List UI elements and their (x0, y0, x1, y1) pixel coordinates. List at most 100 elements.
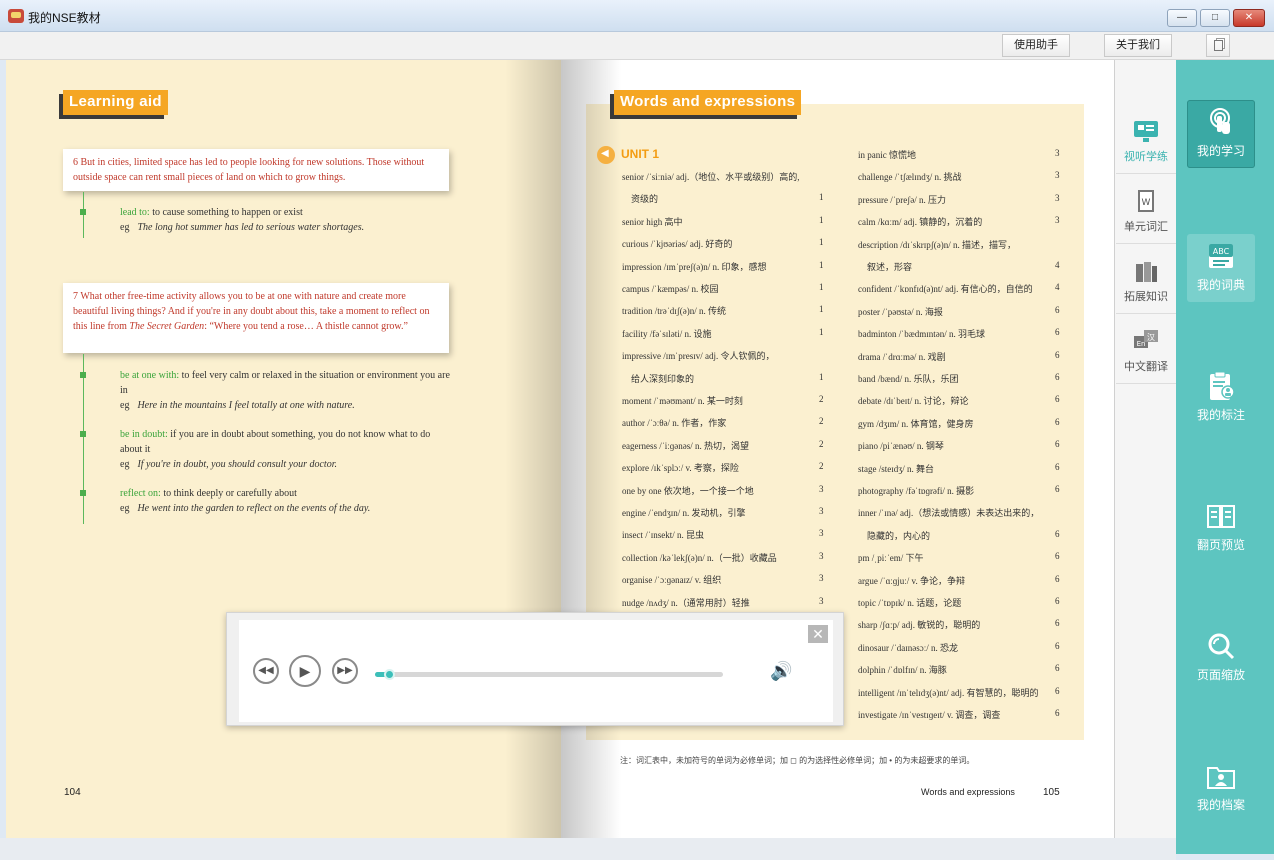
tab-extended-knowledge[interactable]: 拓展知识 (1116, 250, 1176, 314)
vocab-entry[interactable]: calm /kɑːm/ adj. 镇静的，沉着的 (858, 215, 982, 228)
vocab-entry[interactable]: stage /steɪdʒ/ n. 舞台 (858, 462, 934, 475)
vocab-entry[interactable]: moment /ˈməʊmənt/ n. 某一时刻 (622, 394, 743, 407)
vocab-entry[interactable]: impression /ɪmˈpreʃ(ə)n/ n. 印象，感想 (622, 260, 766, 273)
copy-button[interactable] (1206, 34, 1230, 57)
vocab-entry[interactable]: tradition /trəˈdɪʃ(ə)n/ n. 传统 (622, 304, 726, 317)
vocab-entry[interactable]: author /ˈɔːθə/ n. 作者，作家 (622, 416, 726, 429)
vocab-entry[interactable]: pressure /ˈpreʃə/ n. 压力 (858, 193, 946, 206)
svg-text:汉: 汉 (1147, 333, 1155, 342)
help-button[interactable]: 使用助手 (1002, 34, 1070, 57)
vocab-entry[interactable]: photography /fəˈtɒɡrəfi/ n. 摄影 (858, 484, 974, 497)
sidebar-page-preview[interactable]: 翻页预览 (1187, 494, 1255, 562)
title-bar: 我的NSE教材 — □ ✕ (0, 0, 1274, 32)
term-be-at-one-with: be at one with: to feel very calm or rel… (120, 370, 450, 411)
vocab-entry[interactable]: engine /ˈendʒɪn/ n. 发动机，引擎 (622, 506, 745, 519)
right-page-footer: Words and expressions (921, 787, 1015, 797)
progress-handle[interactable] (383, 669, 395, 680)
tab-audio-visual[interactable]: 视听学练 (1116, 110, 1176, 174)
vocab-entry[interactable]: dinosaur /ˈdaɪnəsɔː/ n. 恐龙 (858, 641, 958, 654)
vocab-page-ref: 1 (819, 237, 824, 248)
vocab-entry[interactable]: badminton /ˈbædmɪntən/ n. 羽毛球 (858, 327, 985, 340)
vocab-page-ref: 1 (819, 259, 824, 270)
vocab-entry[interactable]: topic /ˈtɒpɪk/ n. 话题，论题 (858, 596, 961, 609)
term-be-in-doubt: be in doubt: if you are in doubt about s… (120, 429, 431, 470)
vocab-entry[interactable]: sharp /ʃɑːp/ adj. 敏锐的，聪明的 (858, 618, 980, 631)
minimize-button[interactable]: — (1167, 9, 1197, 27)
close-window-button[interactable]: ✕ (1233, 9, 1265, 27)
vocab-entry[interactable]: in panic 惊慌地 (858, 148, 916, 161)
volume-icon[interactable]: 🔊 (770, 661, 792, 682)
vocab-entry[interactable]: 隐藏的，内心的 (858, 529, 930, 542)
vocab-entry[interactable]: senior /ˈsiːniə/ adj.（地位、水平或级别）高的, (622, 170, 800, 183)
folder-user-icon (1207, 767, 1235, 789)
vocab-entry[interactable]: drama /ˈdrɑːmə/ n. 戏剧 (858, 350, 946, 363)
vocab-entry[interactable]: description /dɪˈskrɪpʃ(ə)n/ n. 描述，描写， (858, 238, 1016, 251)
vocab-entry[interactable]: collection /kəˈlekʃ(ə)n/ n.（一批）收藏品 (622, 551, 777, 564)
vocab-page-ref: 6 (1055, 663, 1060, 674)
sidebar-my-profile[interactable]: 我的档案 (1187, 754, 1255, 822)
vocab-entry[interactable]: investigate /ɪnˈvestɪɡeɪt/ v. 调查，调查 (858, 708, 1000, 721)
vocab-entry[interactable]: insect /ˈɪnsekt/ n. 昆虫 (622, 528, 704, 541)
vocab-entry[interactable]: impressive /ɪmˈpresɪv/ adj. 令人钦佩的， (622, 349, 774, 362)
sidebar-my-dictionary[interactable]: ABC 我的词典 (1187, 234, 1255, 302)
play-button[interactable]: ▶ (289, 655, 321, 687)
vocab-entry[interactable]: senior high 高中 (622, 215, 683, 228)
vocab-page-ref: 1 (819, 326, 824, 337)
vocab-entry[interactable]: nudge /nʌdʒ/ n.（通常用肘）轻推 (622, 596, 750, 609)
copy-icon (1213, 40, 1223, 51)
vocab-page-ref: 1 (819, 371, 824, 382)
vocab-entry[interactable]: inner /ˈɪnə/ adj.（想法或情感）未表达出来的， (858, 506, 1039, 519)
note-7[interactable]: 7 What other free-time activity allows y… (63, 283, 449, 353)
vocab-entry[interactable]: challenge /ˈtʃælɪndʒ/ n. 挑战 (858, 170, 961, 183)
vocab-entry[interactable]: curious /ˈkjʊəriəs/ adj. 好奇的 (622, 237, 732, 250)
vocab-entry[interactable]: pm /ˌpiːˈem/ 下午 (858, 551, 924, 564)
vocab-entry[interactable]: one by one 依次地，一个接一个地 (622, 484, 754, 497)
vocab-entry[interactable]: organise /ˈɔːɡənaɪz/ v. 组织 (622, 573, 721, 586)
vocab-entry[interactable]: 叙述，形容 (858, 260, 912, 273)
vocab-page-ref: 6 (1055, 618, 1060, 629)
vocab-page-ref: 6 (1055, 573, 1060, 584)
touch-icon (1210, 108, 1230, 134)
vocab-page-ref: 3 (819, 483, 824, 494)
rewind-button[interactable]: ◀◀ (253, 658, 279, 684)
vocab-entry[interactable]: campus /ˈkæmpəs/ n. 校园 (622, 282, 719, 295)
vocab-entry[interactable]: argue /ˈɑːɡjuː/ v. 争论，争辩 (858, 574, 965, 587)
open-book-icon (1207, 505, 1235, 528)
forward-button[interactable]: ▶▶ (332, 658, 358, 684)
vocab-page-ref: 1 (819, 192, 824, 203)
vocab-page-ref: 6 (1055, 304, 1060, 315)
vocab-entry[interactable]: confident /ˈkɒnfɪd(ə)nt/ adj. 有信心的，自信的 (858, 282, 1033, 295)
about-button[interactable]: 关于我们 (1104, 34, 1172, 57)
vocab-page-ref: 1 (819, 304, 824, 315)
progress-slider[interactable] (375, 669, 723, 680)
vocab-page-ref: 6 (1055, 439, 1060, 450)
vocab-entry[interactable]: facility /fəˈsɪləti/ n. 设施 (622, 327, 711, 340)
vocab-entry[interactable]: poster /ˈpəʊstə/ n. 海报 (858, 305, 943, 318)
vocab-page-ref: 3 (819, 573, 824, 584)
vocab-entry[interactable]: dolphin /ˈdɒlfɪn/ n. 海豚 (858, 663, 947, 676)
player-close-button[interactable]: ✕ (808, 625, 828, 643)
vocab-page-ref: 6 (1055, 461, 1060, 472)
maximize-button[interactable]: □ (1200, 9, 1230, 27)
vocab-page-ref: 4 (1055, 260, 1060, 270)
sidebar-my-study[interactable]: 我的学习 (1187, 100, 1255, 168)
vocab-page-ref: 3 (819, 550, 824, 561)
vocab-entry[interactable]: gym /dʒɪm/ n. 体育馆，健身房 (858, 417, 974, 430)
vocab-entry[interactable]: piano /piˈænəʊ/ n. 钢琴 (858, 439, 944, 452)
vocab-entry[interactable]: eagerness /ˈiːɡənəs/ n. 热切，渴望 (622, 439, 749, 452)
speaker-icon[interactable] (597, 146, 615, 164)
sidebar-page-zoom[interactable]: 页面缩放 (1187, 624, 1255, 692)
note-6[interactable]: 6 But in cities, limited space has led t… (63, 149, 449, 191)
vocab-entry[interactable]: 给人深刻印象的 (622, 372, 694, 385)
vocab-entry[interactable]: intelligent /ɪnˈtelɪdʒ(ə)nt/ adj. 有智慧的，聪… (858, 686, 1038, 699)
tab-unit-vocab[interactable]: W 单元词汇 (1116, 180, 1176, 244)
vocab-entry[interactable]: explore /ɪkˈsplɔː/ v. 考察，探险 (622, 461, 739, 474)
vocab-page-ref: 3 (1055, 192, 1060, 203)
sidebar-my-annotations[interactable]: 我的标注 (1187, 364, 1255, 432)
vocab-entry[interactable]: debate /dɪˈbeɪt/ n. 讨论，辩论 (858, 394, 968, 407)
vocab-page-ref: 3 (819, 595, 824, 606)
vocab-entry[interactable]: 资级的 (622, 192, 658, 205)
vocab-entry[interactable]: band /bænd/ n. 乐队，乐团 (858, 372, 959, 385)
tab-chinese-translation[interactable]: En 汉 中文翻译 (1116, 320, 1176, 384)
books-icon (1136, 262, 1157, 282)
